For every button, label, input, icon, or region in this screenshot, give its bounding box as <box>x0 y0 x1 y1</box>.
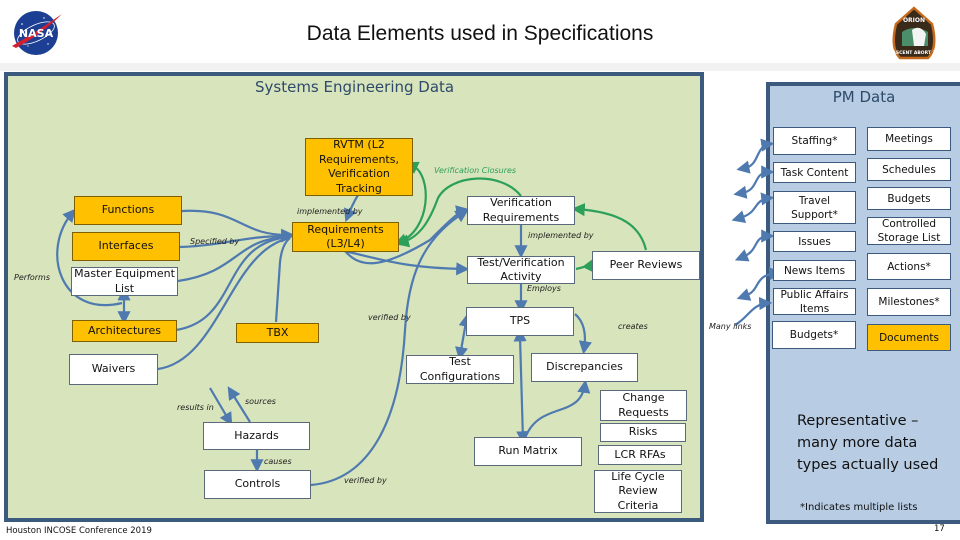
node-run-matrix: Run Matrix <box>474 437 582 466</box>
pm-milestones: Milestones* <box>867 288 951 316</box>
pm-budgets: Budgets <box>867 187 951 210</box>
node-requirements: Requirements (L3/L4) <box>292 222 399 252</box>
pm-data-title: PM Data <box>832 88 896 106</box>
pm-controlled-storage-list: Controlled Storage List <box>867 217 951 245</box>
node-functions: Functions <box>74 196 182 225</box>
node-lcr-rfas: LCR RFAs <box>598 445 682 465</box>
pm-news-items: News Items <box>773 260 856 281</box>
node-hazards: Hazards <box>203 422 310 450</box>
node-tbx: TBX <box>236 323 319 343</box>
pm-budgets-multi: Budgets* <box>772 321 856 349</box>
node-life-cycle-review-criteria: Life Cycle Review Criteria <box>594 470 682 513</box>
label-causes: causes <box>264 457 292 466</box>
label-performs: Performs <box>14 273 50 282</box>
node-waivers: Waivers <box>69 354 158 385</box>
label-employs: Employs <box>527 284 561 293</box>
node-test-verification-activity: Test/Verification Activity <box>467 256 575 284</box>
node-risks: Risks <box>600 423 686 442</box>
label-implemented-by-2: implemented by <box>528 231 594 240</box>
node-architectures: Architectures <box>72 320 177 342</box>
node-verification-requirements: Verification Requirements <box>467 196 575 225</box>
node-discrepancies: Discrepancies <box>531 353 638 382</box>
multiple-lists-footnote: *Indicates multiple lists <box>800 502 918 513</box>
node-interfaces: Interfaces <box>72 232 180 261</box>
node-peer-reviews: Peer Reviews <box>592 251 700 280</box>
pm-meetings: Meetings <box>867 127 951 151</box>
label-verification-closures: Verification Closures <box>434 166 517 175</box>
pm-documents: Documents <box>867 324 951 351</box>
label-verified-by-2: verified by <box>344 476 387 485</box>
pm-task-content: Task Content <box>773 162 856 183</box>
pm-schedules: Schedules <box>867 158 951 181</box>
label-results-in: results in <box>177 403 214 412</box>
label-creates: creates <box>618 322 648 331</box>
pm-public-affairs-items: Public Affairs Items <box>773 288 856 315</box>
svg-text:ASCENT ABORT 2: ASCENT ABORT 2 <box>892 50 935 56</box>
node-change-requests: Change Requests <box>600 390 687 421</box>
pm-issues: Issues <box>773 231 856 252</box>
node-rvtm: RVTM (L2 Requirements, Verification Trac… <box>305 138 413 196</box>
pm-staffing: Staffing* <box>773 127 856 155</box>
slide-number: 17 <box>934 524 945 534</box>
node-controls: Controls <box>204 470 311 499</box>
representative-note: Representative – many more data types ac… <box>797 413 939 473</box>
conference-footer: Houston INCOSE Conference 2019 <box>6 526 152 536</box>
node-tps: TPS <box>466 307 574 336</box>
label-specified-by: Specified by <box>190 237 240 246</box>
title-divider <box>0 63 960 71</box>
label-implemented-by-1: implemented by <box>297 207 363 216</box>
pm-actions: Actions* <box>867 253 951 280</box>
systems-engineering-title: Systems Engineering Data <box>255 78 455 96</box>
label-many-links: Many links <box>709 322 752 331</box>
label-sources: sources <box>245 397 276 406</box>
node-test-configurations: Test Configurations <box>406 355 514 384</box>
page-title: Data Elements used in Specifications <box>306 22 654 45</box>
label-verified-by-1: verified by <box>368 313 411 322</box>
node-master-equipment-list: Master Equipment List <box>71 267 178 296</box>
pm-travel-support: Travel Support* <box>773 191 856 224</box>
